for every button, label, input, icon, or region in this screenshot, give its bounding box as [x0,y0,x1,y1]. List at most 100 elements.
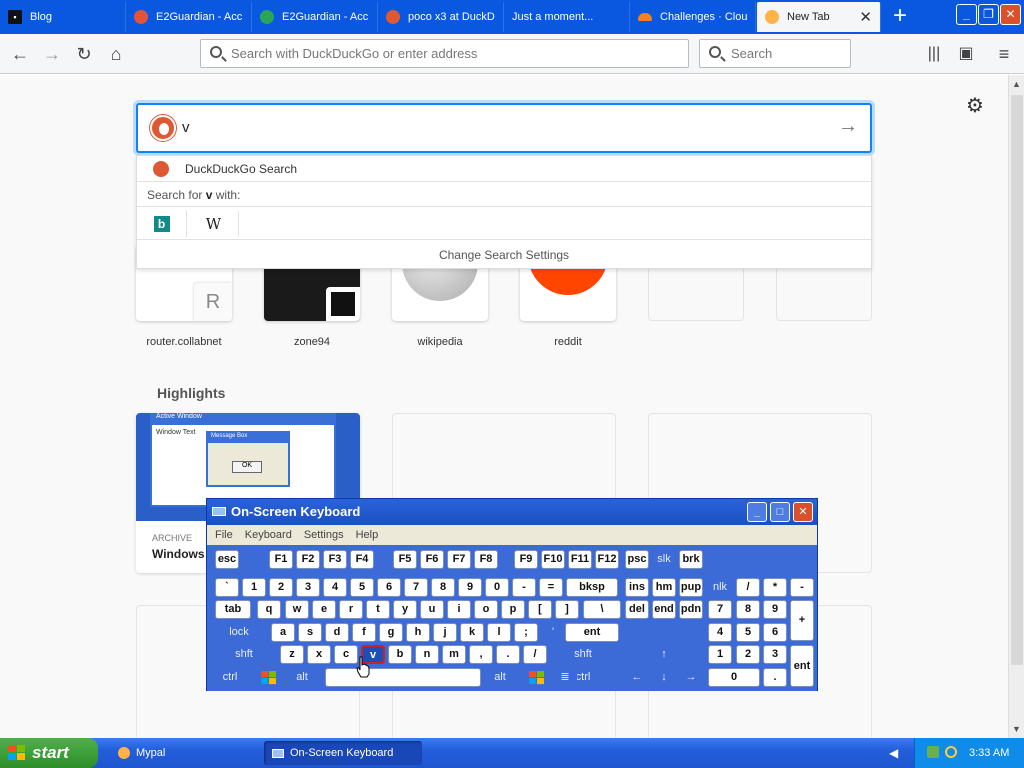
osk-key[interactable]: shft [215,645,273,664]
osk-key[interactable]: ' [541,623,565,642]
osk-key[interactable]: → [679,668,703,687]
page-scrollbar[interactable]: ▲ ▼ [1008,75,1024,738]
osk-key[interactable]: F9 [514,550,538,569]
taskbar-mypal[interactable]: Mypal [110,741,258,765]
osk-key[interactable]: = [539,578,563,597]
osk-key[interactable]: y [393,600,417,619]
osk-key[interactable]: t [366,600,390,619]
scroll-down-arrow-icon[interactable]: ▼ [1012,724,1021,734]
osk-key[interactable]: alt [485,668,515,687]
suggestion-duckduckgo[interactable]: DuckDuckGo Search [137,156,871,182]
windows-key-icon[interactable] [257,668,281,687]
osk-key[interactable]: l [487,623,511,642]
osk-key[interactable]: F4 [350,550,374,569]
osk-key[interactable]: 9 [763,600,787,619]
close-window-button[interactable]: ✕ [1000,4,1021,25]
osk-key[interactable]: 7 [708,600,732,619]
osk-key[interactable]: + [790,600,814,641]
network-icon[interactable] [927,746,939,758]
osk-key[interactable]: [ [528,600,552,619]
osk-key[interactable]: ent [565,623,619,642]
osk-key[interactable]: q [257,600,281,619]
search-bar[interactable]: Search [699,39,851,68]
tab-duckduckgo[interactable]: poco x3 at DuckD [378,2,504,32]
osk-key[interactable]: / [523,645,547,664]
osk-key[interactable]: b [388,645,412,664]
osk-key[interactable]: F12 [595,550,619,569]
tab-challenges[interactable]: Challenges · Clou [630,2,756,32]
close-tab-icon[interactable]: ✕ [859,8,872,26]
osk-key[interactable]: e [312,600,336,619]
osk-key[interactable]: ] [555,600,579,619]
osk-key[interactable]: F2 [296,550,320,569]
osk-key[interactable]: tab [215,600,251,619]
osk-key[interactable]: esc [215,550,239,569]
osk-key[interactable]: end [652,600,676,619]
osk-key[interactable]: 0 [485,578,509,597]
osk-key[interactable]: pdn [679,600,703,619]
sidebar-button[interactable]: ▣ [954,42,978,66]
osk-key[interactable]: brk [679,550,703,569]
osk-key[interactable]: 5 [736,623,760,642]
osk-key[interactable]: r [339,600,363,619]
context-menu-key-icon[interactable]: ≣ [553,668,577,687]
back-button[interactable]: ← [8,42,32,66]
osk-key[interactable]: 9 [458,578,482,597]
osk-key[interactable]: 4 [323,578,347,597]
osk-key[interactable]: n [415,645,439,664]
osk-key[interactable]: ctrl [215,668,245,687]
osk-key[interactable]: a [271,623,295,642]
osk-key[interactable]: c [334,645,358,664]
osk-key[interactable]: ← [625,668,649,687]
osk-key[interactable]: z [280,645,304,664]
osk-key[interactable]: alt [287,668,317,687]
osk-key[interactable]: j [433,623,457,642]
library-button[interactable]: ||| [922,42,946,66]
osk-key[interactable]: w [285,600,309,619]
maximize-button[interactable]: ❐ [978,4,999,25]
osk-key[interactable]: o [474,600,498,619]
osk-key[interactable]: 6 [377,578,401,597]
osk-key[interactable]: h [406,623,430,642]
home-button[interactable]: ⌂ [104,42,128,66]
osk-key[interactable]: F3 [323,550,347,569]
osk-key[interactable]: m [442,645,466,664]
osk-key[interactable]: 5 [350,578,374,597]
osk-key[interactable]: ins [625,578,649,597]
gear-icon[interactable]: ⚙ [966,93,984,118]
osk-key[interactable]: 7 [404,578,428,597]
windows-key-icon[interactable] [525,668,549,687]
osk-key[interactable]: f [352,623,376,642]
osk-key[interactable]: 2 [736,645,760,664]
osk-key[interactable]: p [501,600,525,619]
minimize-button[interactable]: _ [956,4,977,25]
osk-key[interactable]: hm [652,578,676,597]
osk-key[interactable]: ↑ [652,645,676,664]
osk-key[interactable]: ent [790,645,814,687]
tray-expand-icon[interactable]: ◀ [889,738,898,768]
osk-key[interactable]: ↓ [652,668,676,687]
tab-blog[interactable]: ▪ Blog [0,2,126,32]
osk-key[interactable]: 4 [708,623,732,642]
start-button[interactable]: start [0,738,98,768]
osk-key[interactable]: F8 [474,550,498,569]
osk-title-bar[interactable]: On-Screen Keyboard _ □ ✕ [207,499,817,525]
menu-file[interactable]: File [215,529,233,541]
osk-key[interactable]: F6 [420,550,444,569]
osk-key[interactable]: lock [215,623,263,642]
tab-new-tab[interactable]: New Tab ✕ [757,2,881,32]
osk-key[interactable]: nlk [708,578,732,597]
search-submit-arrow-icon[interactable]: → [838,115,858,138]
change-search-settings-button[interactable]: Change Search Settings [137,248,871,262]
tab-e2guardian-2[interactable]: E2Guardian - Acc [252,2,378,32]
tab-e2guardian-1[interactable]: E2Guardian - Acc [126,2,252,32]
scroll-up-arrow-icon[interactable]: ▲ [1012,79,1021,89]
osk-key[interactable]: * [763,578,787,597]
osk-key[interactable]: F1 [269,550,293,569]
menu-keyboard[interactable]: Keyboard [245,529,292,541]
osk-key[interactable]: . [496,645,520,664]
osk-key[interactable]: 8 [431,578,455,597]
engine-wikipedia-button[interactable]: W [189,211,239,237]
menu-button[interactable]: ≡ [992,42,1016,66]
scroll-thumb[interactable] [1011,95,1023,665]
